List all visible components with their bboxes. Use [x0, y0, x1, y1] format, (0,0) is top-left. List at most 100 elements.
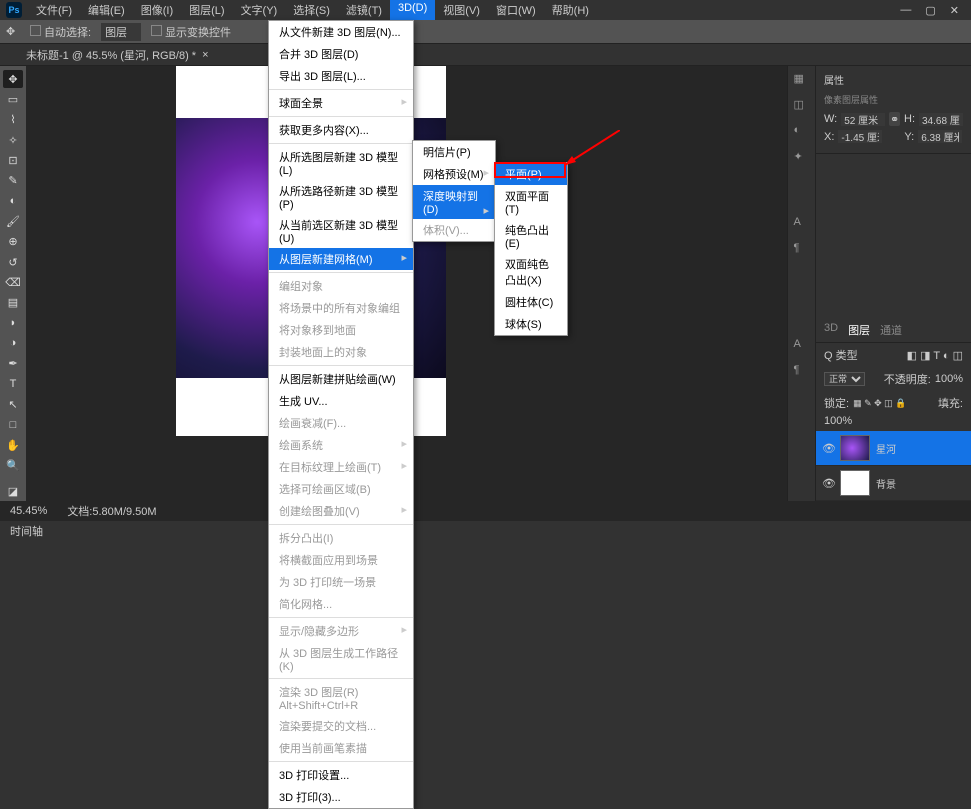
- shape-tool[interactable]: □: [3, 416, 23, 434]
- properties-title: 属性: [824, 72, 963, 87]
- menu-item: 编组对象: [269, 275, 413, 297]
- eyedropper-tool[interactable]: ✎: [3, 172, 23, 190]
- doc-size: 文档:5.80M/9.50M: [67, 503, 156, 519]
- submenu-item[interactable]: 纯色凸出(E): [495, 219, 567, 253]
- layers-tab[interactable]: 3D: [824, 322, 838, 338]
- gradient-tool[interactable]: ▤: [3, 294, 23, 312]
- menu-item: 渲染要提交的文档...: [269, 715, 413, 737]
- autoselect-checkbox[interactable]: [30, 25, 41, 36]
- zoom-tool[interactable]: 🔍: [3, 456, 23, 474]
- hand-tool[interactable]: ✋: [3, 436, 23, 454]
- styles-panel-icon[interactable]: ✦: [794, 150, 810, 166]
- layer-row[interactable]: 👁背景: [816, 466, 971, 501]
- close-icon[interactable]: ✕: [950, 4, 959, 17]
- pen-tool[interactable]: ✒: [3, 355, 23, 373]
- stamp-tool[interactable]: ⊕: [3, 233, 23, 251]
- visibility-icon[interactable]: 👁: [822, 477, 834, 489]
- layers-panel: 3D图层通道 Q 类型 ◧ ◨ T ◐ ◫ 正常 不透明度: 100% 锁定: …: [816, 318, 971, 501]
- character2-panel-icon[interactable]: A: [794, 338, 810, 354]
- adjustments-panel-icon[interactable]: ◐: [794, 124, 810, 140]
- menu-item[interactable]: 从图层新建拼贴绘画(W): [269, 368, 413, 390]
- healing-tool[interactable]: ◐: [3, 192, 23, 210]
- y-label: Y:: [904, 131, 914, 143]
- crop-tool[interactable]: ⊡: [3, 151, 23, 169]
- menu-item[interactable]: 从当前选区新建 3D 模型(U): [269, 214, 413, 248]
- layers-tab[interactable]: 通道: [880, 322, 902, 338]
- menu-选择[interactable]: 选择(S): [285, 0, 338, 20]
- menu-帮助[interactable]: 帮助(H): [544, 0, 597, 20]
- paragraph2-panel-icon[interactable]: ¶: [794, 364, 810, 380]
- menu-文件[interactable]: 文件(F): [28, 0, 80, 20]
- menu-item[interactable]: 3D 打印(3)...: [269, 786, 413, 808]
- color-swatch[interactable]: ◪: [3, 483, 23, 501]
- menu-item[interactable]: 获取更多内容(X)...: [269, 119, 413, 141]
- visibility-icon[interactable]: 👁: [822, 442, 834, 454]
- menu-item[interactable]: 生成 UV...: [269, 390, 413, 412]
- menu-滤镜[interactable]: 滤镜(T): [338, 0, 390, 20]
- 3d-menu-dropdown: 从文件新建 3D 图层(N)...合并 3D 图层(D)导出 3D 图层(L).…: [268, 20, 414, 809]
- width-input[interactable]: [841, 113, 885, 126]
- height-input[interactable]: [919, 113, 963, 126]
- menu-item: 显示/隐藏多边形▸: [269, 620, 413, 642]
- menu-3D[interactable]: 3D(D): [390, 0, 435, 20]
- blend-mode-select[interactable]: 正常: [824, 372, 865, 386]
- submenu-item[interactable]: 双面平面(T): [495, 185, 567, 219]
- menu-item: 将场景中的所有对象编组: [269, 297, 413, 319]
- submenu-item[interactable]: 圆柱体(C): [495, 291, 567, 313]
- menu-item: 将对象移到地面: [269, 319, 413, 341]
- zoom-level[interactable]: 45.45%: [10, 505, 47, 517]
- menu-item: 将横截面应用到场景: [269, 549, 413, 571]
- layers-tab[interactable]: 图层: [848, 322, 870, 338]
- move-tool[interactable]: ✥: [3, 70, 23, 88]
- path-tool[interactable]: ↖: [3, 395, 23, 413]
- menu-图层[interactable]: 图层(L): [181, 0, 232, 20]
- opacity-value[interactable]: 100%: [935, 373, 963, 385]
- target-dropdown[interactable]: 图层: [101, 23, 141, 41]
- submenu-item[interactable]: 平面(P): [495, 163, 567, 185]
- character-panel-icon[interactable]: A: [794, 216, 810, 232]
- blur-tool[interactable]: ◗: [3, 314, 23, 332]
- submenu-item[interactable]: 明信片(P): [413, 141, 495, 163]
- menu-视图[interactable]: 视图(V): [435, 0, 488, 20]
- layer-thumbnail: [840, 470, 870, 496]
- dodge-tool[interactable]: ◑: [3, 334, 23, 352]
- menu-文字[interactable]: 文字(Y): [233, 0, 286, 20]
- close-tab-icon[interactable]: ×: [202, 49, 208, 61]
- menu-item[interactable]: 3D 打印设置...: [269, 764, 413, 786]
- x-input[interactable]: [838, 130, 882, 143]
- menu-编辑[interactable]: 编辑(E): [80, 0, 133, 20]
- type-tool[interactable]: T: [3, 375, 23, 393]
- showcontrols-checkbox[interactable]: [151, 25, 162, 36]
- fill-value[interactable]: 100%: [824, 415, 852, 427]
- timeline-tab[interactable]: 时间轴: [10, 523, 43, 539]
- history-brush-tool[interactable]: ↺: [3, 253, 23, 271]
- menu-窗口[interactable]: 窗口(W): [488, 0, 544, 20]
- color-panel-icon[interactable]: ▦: [794, 72, 810, 88]
- submenu-item[interactable]: 网格预设(M)▸: [413, 163, 495, 185]
- lasso-tool[interactable]: ⌇: [3, 111, 23, 129]
- swatches-panel-icon[interactable]: ◫: [794, 98, 810, 114]
- link-wh-icon[interactable]: ⚭: [889, 112, 900, 126]
- submenu-item[interactable]: 球体(S): [495, 313, 567, 335]
- layer-row[interactable]: 👁星河: [816, 431, 971, 466]
- submenu-item[interactable]: 双面纯色凸出(X): [495, 253, 567, 291]
- menu-item[interactable]: 导出 3D 图层(L)...: [269, 65, 413, 87]
- menu-item[interactable]: 从所选路径新建 3D 模型(P): [269, 180, 413, 214]
- menu-item[interactable]: 球面全景▸: [269, 92, 413, 114]
- eraser-tool[interactable]: ⌫: [3, 273, 23, 291]
- lock-icons[interactable]: ▦ ✎ ✥ ◫ 🔒: [853, 398, 906, 409]
- paragraph-panel-icon[interactable]: ¶: [794, 242, 810, 258]
- menu-图像[interactable]: 图像(I): [133, 0, 181, 20]
- menu-item[interactable]: 从图层新建网格(M)▸: [269, 248, 413, 270]
- submenu-item[interactable]: 深度映射到(D)▸: [413, 185, 495, 219]
- menu-item[interactable]: 从文件新建 3D 图层(N)...: [269, 21, 413, 43]
- marquee-tool[interactable]: ▭: [3, 90, 23, 108]
- wand-tool[interactable]: ✧: [3, 131, 23, 149]
- maximize-icon[interactable]: ▢: [925, 4, 935, 17]
- document-tab[interactable]: 未标题-1 @ 45.5% (星河, RGB/8) *: [26, 47, 196, 63]
- y-input[interactable]: [918, 130, 962, 143]
- minimize-icon[interactable]: —: [900, 4, 911, 17]
- menu-item[interactable]: 合并 3D 图层(D): [269, 43, 413, 65]
- menu-item[interactable]: 从所选图层新建 3D 模型(L): [269, 146, 413, 180]
- brush-tool[interactable]: 🖌: [3, 212, 23, 230]
